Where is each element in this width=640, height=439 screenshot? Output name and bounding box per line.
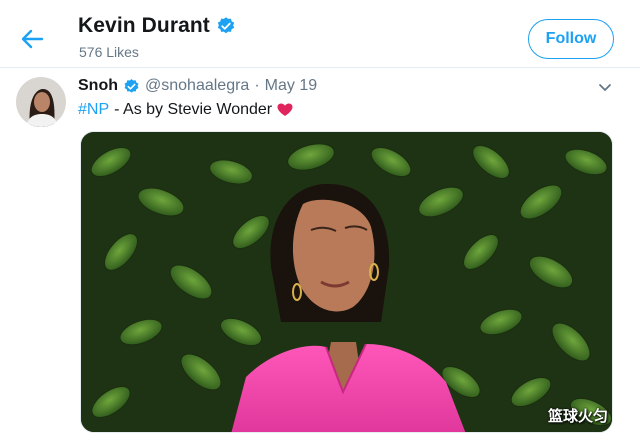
separator-dot: · xyxy=(254,77,260,94)
profile-name-row: Kevin Durant xyxy=(78,14,236,38)
avatar[interactable] xyxy=(16,77,66,127)
author-handle[interactable]: @snohaalegra xyxy=(145,77,249,95)
heart-icon xyxy=(277,103,293,116)
avatar-image xyxy=(16,77,66,127)
profile-header: Kevin Durant 576 Likes Follow xyxy=(0,0,640,68)
author-name[interactable]: Snoh xyxy=(78,77,118,95)
tweet-text: #NP - As by Stevie Wonder xyxy=(78,101,293,119)
likes-count: 576 Likes xyxy=(79,44,139,60)
back-arrow-icon[interactable] xyxy=(20,28,44,50)
verified-badge-icon xyxy=(217,17,235,34)
tweet-photo[interactable] xyxy=(80,131,613,433)
photo-image xyxy=(81,132,612,432)
watermark: 篮球火匀 xyxy=(548,408,609,425)
tweet-header: Snoh @snohaalegra · May 19 xyxy=(78,77,317,95)
tweet[interactable]: Snoh @snohaalegra · May 19 #NP - As by S… xyxy=(0,69,640,439)
profile-name: Kevin Durant xyxy=(78,14,210,37)
chevron-down-icon[interactable] xyxy=(598,83,612,93)
tweet-date[interactable]: May 19 xyxy=(265,77,317,95)
verified-badge-icon xyxy=(124,78,139,93)
tweet-body: - As by Stevie Wonder xyxy=(114,101,273,118)
hashtag-link[interactable]: #NP xyxy=(78,101,109,119)
follow-button[interactable]: Follow xyxy=(528,19,614,59)
